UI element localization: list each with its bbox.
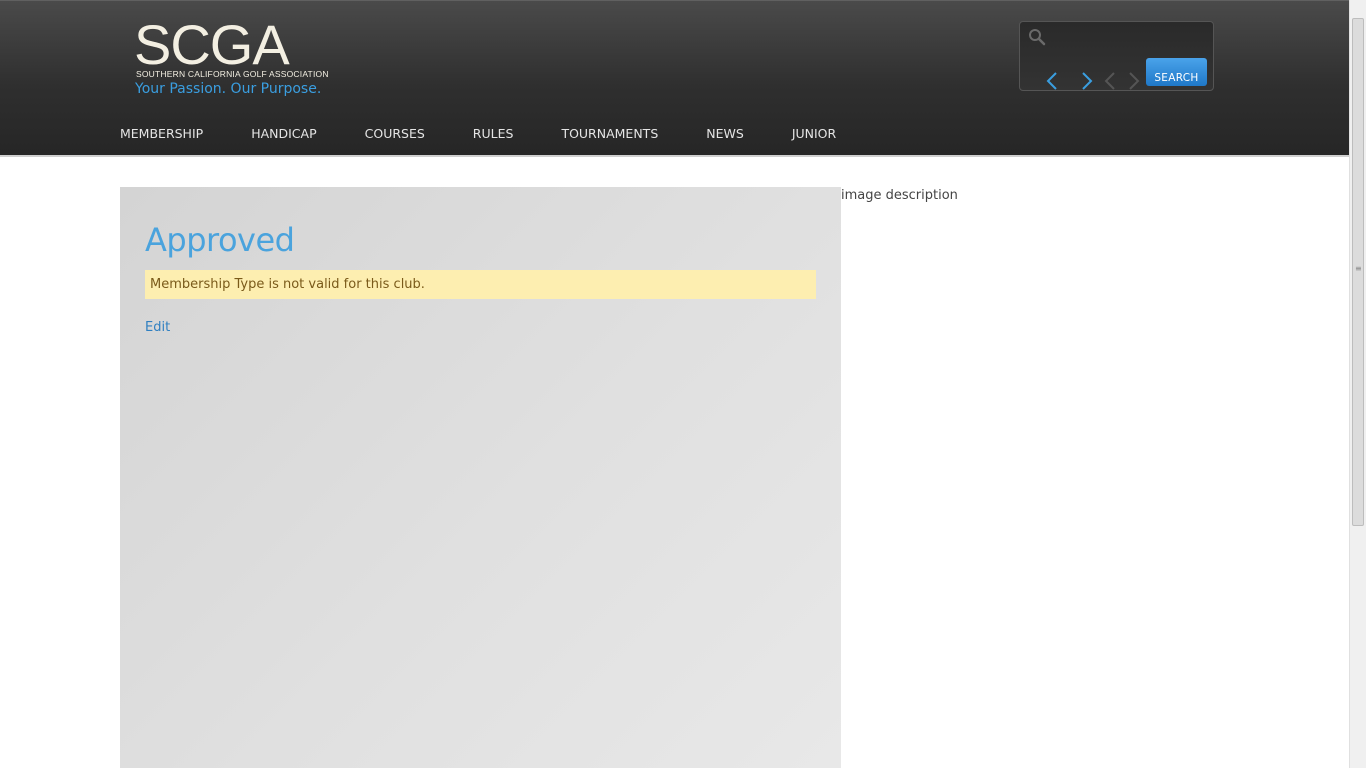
- header-divider: [0, 155, 1349, 157]
- logo-wordmark: SCGA: [134, 13, 290, 76]
- nav-item-news[interactable]: NEWS: [706, 123, 744, 145]
- main-nav: MEMBERSHIP HANDICAP COURSES RULES TOURNA…: [120, 123, 884, 145]
- nav-item-junior[interactable]: JUNIOR: [792, 123, 836, 145]
- scrollbar-grip-icon: ≡: [1355, 264, 1362, 273]
- scrollbar-thumb[interactable]: ≡: [1352, 18, 1364, 526]
- vertical-scrollbar[interactable]: ≡: [1349, 0, 1366, 768]
- edit-link[interactable]: Edit: [145, 320, 170, 335]
- logo-subtitle: SOUTHERN CALIFORNIA GOLF ASSOCIATION: [136, 69, 329, 79]
- nav-item-membership[interactable]: MEMBERSHIP: [120, 123, 203, 145]
- nav-item-handicap[interactable]: HANDICAP: [251, 123, 316, 145]
- chevron-left-disabled-icon: [1104, 72, 1115, 90]
- site-tagline: Your Passion. Our Purpose.: [135, 81, 322, 97]
- warning-alert: Membership Type is not valid for this cl…: [145, 270, 816, 299]
- page-title: Approved: [145, 221, 295, 259]
- chevron-right-icon[interactable]: [1077, 70, 1097, 92]
- nav-item-rules[interactable]: RULES: [473, 123, 514, 145]
- nav-item-courses[interactable]: COURSES: [365, 123, 425, 145]
- search-button[interactable]: SEARCH: [1146, 58, 1207, 86]
- chevron-right-disabled-icon: [1129, 72, 1140, 90]
- search-icon: [1029, 29, 1046, 46]
- nav-item-tournaments[interactable]: TOURNAMENTS: [561, 123, 658, 145]
- site-header: SCGA SOUTHERN CALIFORNIA GOLF ASSOCIATIO…: [0, 0, 1349, 155]
- search-input[interactable]: [1052, 26, 1207, 50]
- image-placeholder-alt: image description: [841, 188, 958, 203]
- search-widget: SEARCH: [1019, 21, 1214, 91]
- chevron-left-icon[interactable]: [1042, 70, 1062, 92]
- page: SCGA SOUTHERN CALIFORNIA GOLF ASSOCIATIO…: [0, 0, 1366, 768]
- content-panel: Approved Membership Type is not valid fo…: [120, 187, 841, 768]
